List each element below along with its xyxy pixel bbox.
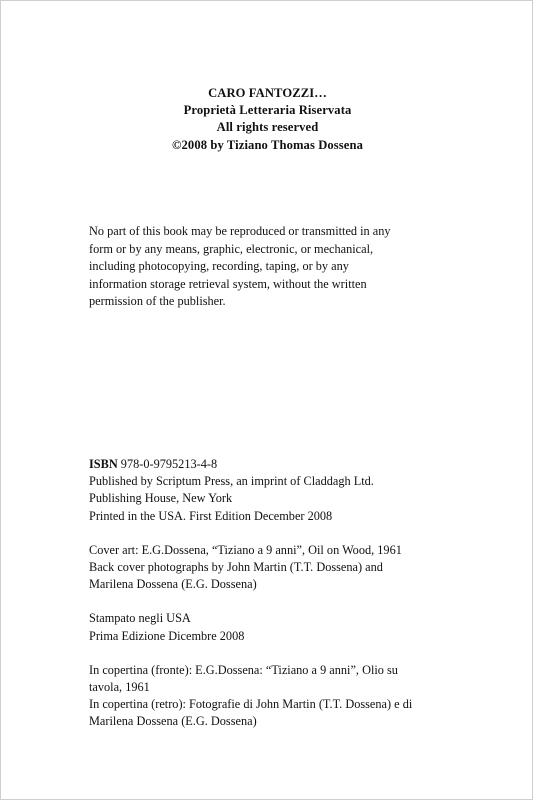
cover-credit-line: Cover art: E.G.Dossena, “Tiziano a 9 ann…	[89, 542, 402, 557]
cover-credit-line: Back cover photographs by John Martin (T…	[89, 560, 383, 575]
legal-line: permission of the publisher.	[89, 294, 226, 309]
legal-disclaimer: No part of this book may be reproduced o…	[89, 223, 449, 311]
italian-cover-line: Marilena Dossena (E.G. Dossena)	[89, 714, 257, 729]
legal-line: information storage retrieval system, wi…	[89, 276, 367, 291]
legal-line: No part of this book may be reproduced o…	[89, 224, 391, 238]
book-title: CARO FANTOZZI…	[208, 86, 327, 100]
title-block: CARO FANTOZZI… Proprietà Letteraria Rise…	[1, 85, 533, 154]
publisher-line: Publishing House, New York	[89, 491, 233, 506]
isbn-line: ISBN 978-0-9795213-4-8	[89, 456, 509, 473]
publication-info: ISBN 978-0-9795213-4-8 Published by Scri…	[89, 456, 509, 731]
copyright-page: CARO FANTOZZI… Proprietà Letteraria Rise…	[0, 0, 533, 800]
isbn-value: 978-0-9795213-4-8	[117, 457, 218, 471]
copyright-notice: ©2008 by Tiziano Thomas Dossena	[172, 137, 363, 152]
rights-reserved-notice: All rights reserved	[216, 120, 319, 135]
legal-line: form or by any means, graphic, electroni…	[89, 241, 374, 256]
italian-cover-line: In copertina (fronte): E.G.Dossena: “Tiz…	[89, 662, 398, 677]
publisher-line: Published by Scriptum Press, an imprint …	[89, 474, 374, 489]
italian-cover-line: In copertina (retro): Fotografie di John…	[89, 697, 413, 712]
isbn-label: ISBN	[89, 457, 118, 471]
literary-property-notice: Proprietà Letteraria Riservata	[183, 103, 352, 118]
cover-credit-line: Marilena Dossena (E.G. Dossena)	[89, 577, 257, 592]
italian-cover-line: tavola, 1961	[89, 680, 150, 695]
italian-print-line: Stampato negli USA	[89, 611, 191, 626]
printing-line: Printed in the USA. First Edition Decemb…	[89, 508, 333, 523]
legal-line: including photocopying, recording, tapin…	[89, 259, 349, 274]
italian-print-line: Prima Edizione Dicembre 2008	[89, 628, 245, 643]
